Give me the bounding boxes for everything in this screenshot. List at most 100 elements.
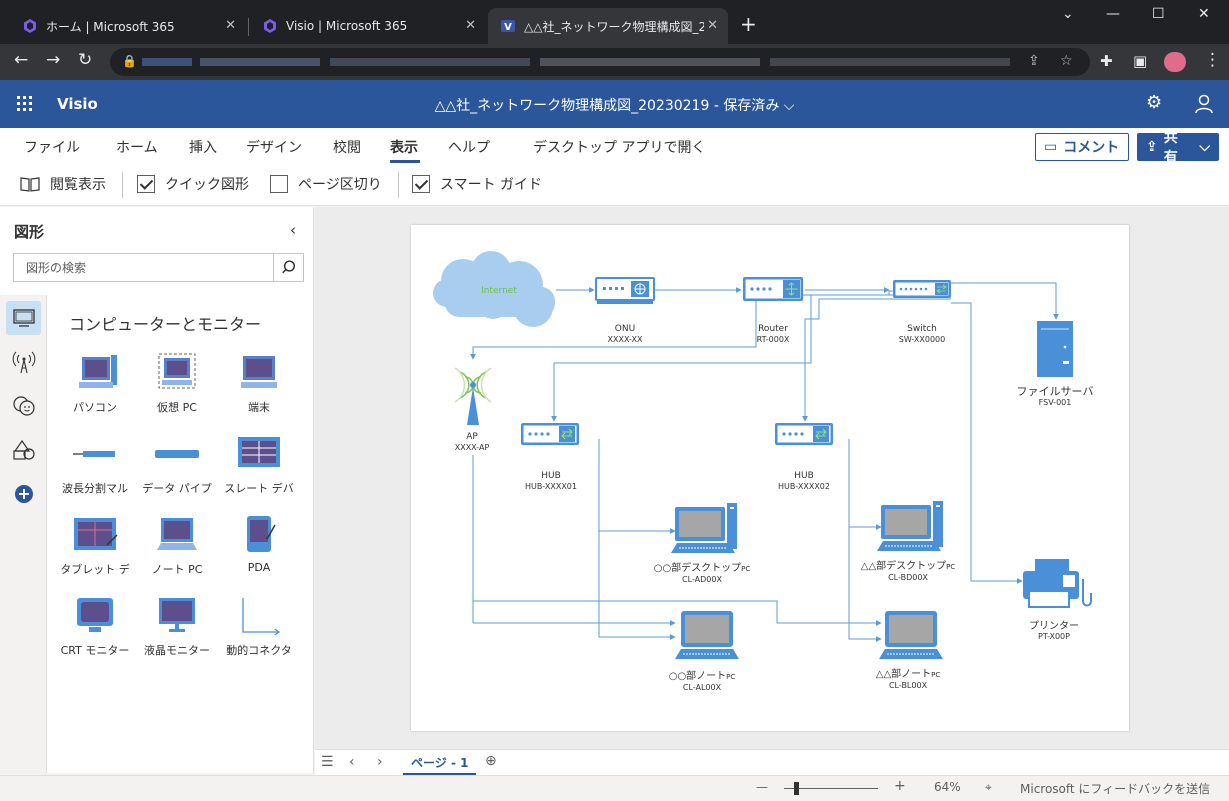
profile-avatar[interactable] [1164,52,1186,72]
drawing-canvas[interactable]: Internet ONU XXXX-XX Router RT-000X Swit… [315,207,1229,749]
search-icon[interactable] [273,254,304,281]
shape-lcd-monitor[interactable]: 液晶モニター [138,596,216,666]
shape-laptop[interactable]: ノート PC [138,515,216,585]
shape-wdm[interactable]: 波長分割マル [56,434,134,504]
tab-insert[interactable]: 挿入 [189,137,217,157]
share-page-icon[interactable]: ⇪ [1028,53,1040,69]
document-title[interactable]: △△社_ネットワーク物理構成図_20230219 - 保存済み ⌵ [0,95,1229,115]
hub2-device[interactable] [774,422,834,446]
zoom-in-button[interactable]: + [894,778,906,794]
desktop-pc-b[interactable] [876,500,944,552]
basic-shapes-icon[interactable] [6,433,41,467]
notebook-pc-a[interactable] [674,610,740,660]
status-bar: — + 64% ⌖ Microsoft にフィードバックを送信 [0,775,1229,801]
network-diagram[interactable]: Internet [411,225,1129,731]
zoom-slider-thumb[interactable] [794,782,799,795]
node-id: PT-X00P [1038,632,1070,641]
new-tab-button[interactable]: + [740,12,757,36]
open-in-desktop-app[interactable]: デスクトップ アプリで開く [533,137,705,157]
close-tab-icon[interactable]: ✕ [225,18,236,33]
printer-device[interactable] [1023,559,1092,608]
share-label: 共有 [1163,130,1178,166]
browser-tab-home[interactable]: ホーム | Microsoft 365 ✕ [10,8,246,44]
notebook-pc-b[interactable] [878,610,944,660]
bookmark-star-icon[interactable]: ☆ [1060,53,1073,69]
reading-view-button[interactable]: 閲覧表示 [20,174,106,194]
internet-cloud[interactable]: Internet [433,251,555,327]
desktop-pc-a[interactable] [670,502,738,554]
back-icon[interactable]: ← [14,50,28,70]
all-pages-icon[interactable]: ☰ [321,754,334,770]
minimize-button[interactable]: — [1106,6,1120,22]
monitor-icon[interactable] [6,301,41,335]
add-stencil-icon[interactable] [6,477,41,511]
next-page-icon[interactable]: › [377,754,383,770]
shape-dynamic-connector[interactable]: 動的コネクタ [220,596,298,666]
maximize-button[interactable]: ☐ [1152,6,1165,22]
page-breaks-checkbox[interactable]: ページ区切り [270,174,382,194]
access-point-device[interactable] [454,367,492,425]
shape-slate-device[interactable]: スレート デバ [220,434,298,504]
smart-guides-checkbox[interactable]: スマート ガイド [412,174,542,194]
close-window-button[interactable]: ✕ [1198,6,1210,22]
tab-home[interactable]: ホーム [116,137,158,157]
file-server-device[interactable] [1037,321,1073,377]
fit-to-window-icon[interactable]: ⌖ [985,780,992,795]
shape-virtual-pc[interactable]: 仮想 PC [138,353,216,423]
shape-desktop-pc[interactable]: パソコン [56,353,134,423]
onu-device[interactable] [595,277,655,304]
close-tab-icon[interactable]: ✕ [465,18,476,33]
router-label: Router RT-000X [757,324,790,345]
settings-gear-icon[interactable]: ⚙ [1146,92,1162,113]
tab-view[interactable]: 表示 [390,137,418,157]
laptop-icon [157,518,197,550]
page-tab-1[interactable]: ページ - 1 [403,751,477,775]
chevron-down-icon: ⌵ [1199,139,1210,155]
shape-crt-monitor[interactable]: CRT モニター [56,596,134,666]
comment-button[interactable]: ▭ コメント [1035,133,1129,161]
shapes-pane: 図形 ‹ コンピューターとモニター パソコン 仮想 PC 端末 [0,207,314,773]
tab-search-icon[interactable]: ⌄ [1062,6,1074,22]
switch-label: Switch SW-XX0000 [899,324,945,345]
tab-file[interactable]: ファイル [24,137,80,157]
drawing-page[interactable]: Internet ONU XXXX-XX Router RT-000X Swit… [411,225,1129,731]
shape-search-input[interactable] [14,254,272,281]
hub1-device[interactable] [520,422,580,446]
close-tab-icon[interactable]: ✕ [707,18,718,33]
quick-shapes-checkbox[interactable]: クイック図形 [137,174,249,194]
collapse-pane-icon[interactable]: ‹ [290,221,296,239]
slate-device-icon [238,437,280,467]
switch-device[interactable] [893,280,951,298]
tab-design[interactable]: デザイン [246,137,302,157]
tab-review[interactable]: 校閲 [333,137,361,157]
previous-page-icon[interactable]: ‹ [349,754,355,770]
node-name: ONU [614,324,636,334]
add-page-icon[interactable]: ⊕ [485,753,497,769]
shape-label: 端末 [248,401,270,414]
browser-toolbar: ← → ↻ 🔒 ⇪ ☆ ✚ ▣ ⋮ [0,44,1229,80]
forward-icon[interactable]: → [46,50,60,70]
antenna-icon[interactable] [6,345,41,379]
shape-data-pipe[interactable]: データ パイプ [138,434,216,504]
zoom-out-button[interactable]: — [756,780,768,794]
ribbon-commands: 閲覧表示 クイック図形 ページ区切り スマート ガイド [0,164,1229,206]
address-bar[interactable]: 🔒 ⇪ ☆ [110,48,1090,76]
shape-pda[interactable]: PDA [220,515,298,585]
chevron-down-icon: ⌵ [783,98,795,114]
people-icon[interactable] [6,389,41,423]
zoom-level[interactable]: 64% [934,780,961,794]
browser-tab-document[interactable]: V △△社_ネットワーク物理構成図_2023 ✕ [488,8,728,44]
router-device[interactable] [743,277,803,301]
feedback-link[interactable]: Microsoft にフィードバックを送信 [1020,780,1210,797]
side-panel-icon[interactable]: ▣ [1133,52,1147,70]
share-button[interactable]: ⇪ 共有 ⌵ [1137,130,1219,166]
chrome-menu-icon[interactable]: ⋮ [1204,50,1221,70]
smart-guides-label: スマート ガイド [440,177,543,193]
account-icon[interactable] [1194,94,1214,114]
reload-icon[interactable]: ↻ [78,50,92,70]
shape-terminal[interactable]: 端末 [220,353,298,423]
extensions-icon[interactable]: ✚ [1100,52,1113,70]
shape-tablet[interactable]: タブレット デ [56,515,134,585]
tab-help[interactable]: ヘルプ [448,137,490,157]
browser-tab-visio-home[interactable]: Visio | Microsoft 365 ✕ [250,8,486,44]
